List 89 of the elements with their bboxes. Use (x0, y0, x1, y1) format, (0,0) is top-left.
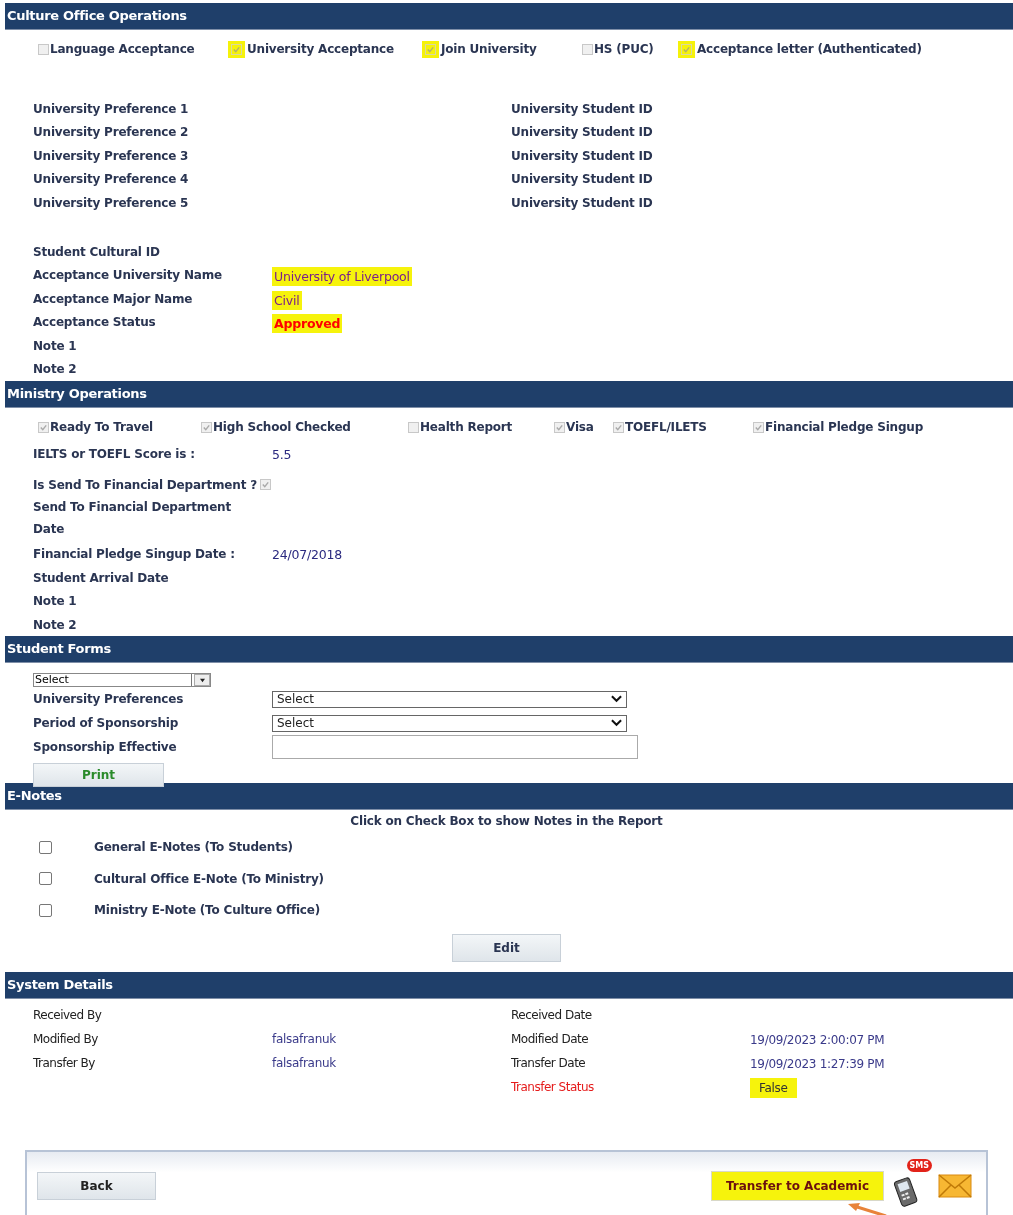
print-button[interactable]: Print (33, 763, 164, 788)
checkbox-label: Join University (441, 42, 537, 56)
field-label: Send To Financial Department Date (33, 499, 232, 539)
field-label: University Preference 1 (33, 101, 190, 118)
chevron-down-icon (611, 719, 622, 728)
field-label: IELTS or TOEFL Score is : (33, 446, 196, 464)
checkbox-label: General E-Notes (To Students) (94, 840, 293, 855)
field-label: University Student ID (511, 101, 654, 118)
field-value: False (750, 1077, 797, 1098)
field-label: Received Date (511, 1006, 593, 1024)
field-label: University Preference 3 (33, 147, 190, 165)
checkbox-label: HS (PUC) (594, 42, 654, 56)
field-label: University Preference 5 (33, 194, 190, 212)
transfer-button[interactable]: Transfer to Academic (711, 1171, 884, 1201)
field-label: Transfer By (33, 1054, 96, 1072)
field-label: University Student ID (511, 147, 654, 165)
field-label: Is Send To Financial Department ? (33, 476, 257, 494)
field-label: Sponsorship Effective (33, 740, 178, 755)
checkbox[interactable] (38, 43, 49, 55)
field-value: falsafranuk (272, 1030, 337, 1048)
input-field[interactable] (272, 735, 638, 760)
back-button[interactable]: Back (37, 1172, 156, 1200)
checkbox[interactable] (201, 421, 212, 433)
field-label: Modified By (33, 1030, 99, 1048)
field-label: Note 1 (33, 337, 78, 355)
field-value: Approved (274, 316, 341, 332)
checkbox[interactable] (554, 421, 565, 433)
checkbox-label: Acceptance letter (Authenticated) (697, 42, 922, 56)
dropdown-arrow-icon (198, 677, 206, 683)
field-label: Acceptance University Name (33, 267, 223, 285)
field-label: Acceptance Major Name (33, 290, 194, 308)
field-value: Civil (274, 292, 300, 308)
checkbox-label: Health Report (420, 420, 513, 435)
field-label: University Student ID (511, 124, 654, 142)
form-dropdown[interactable]: Select (33, 673, 211, 688)
mail-icon[interactable] (938, 1174, 972, 1198)
field-label: Period of Sponsorship (33, 716, 180, 731)
checkbox[interactable] (753, 421, 764, 433)
field-label: University Student ID (511, 194, 654, 212)
checkbox[interactable] (39, 872, 52, 886)
instruction-text: Click on Check Box to show Notes in the Report (349, 814, 664, 831)
field-label: University Preferences (33, 692, 185, 707)
field-label: Student Arrival Date (33, 569, 170, 587)
edit-button[interactable]: Edit (452, 933, 561, 962)
checkbox-label: Visa (566, 420, 594, 435)
field-label: Note 1 (33, 593, 78, 611)
checkbox-label: Language Acceptance (50, 42, 195, 56)
field-label: Note 2 (33, 616, 78, 634)
field-label: Transfer Status (511, 1078, 595, 1096)
checkbox-label: Financial Pledge Singup (765, 420, 924, 435)
select-field[interactable]: Select (272, 714, 627, 732)
field-label: Student Cultural ID (33, 243, 161, 261)
checkbox-label: Cultural Office E-Note (To Ministry) (94, 871, 324, 886)
section-header: Student Forms (5, 636, 1013, 664)
field-value: falsafranuk (272, 1054, 337, 1072)
field-value: 19/09/2023 2:00:07 PM (750, 1032, 885, 1047)
field-label: Note 2 (33, 360, 78, 378)
checkbox[interactable] (38, 421, 49, 433)
sms-badge: SMS (906, 1159, 932, 1172)
checkbox-label: Ministry E-Note (To Culture Office) (94, 903, 320, 918)
field-value: University of Liverpool (274, 269, 410, 285)
field-label: University Preference 2 (33, 124, 190, 142)
field-label: Modified Date (511, 1030, 590, 1048)
field-value: 5.5 (272, 446, 292, 462)
checkbox-label: Ready To Travel (50, 420, 154, 435)
checkbox[interactable] (39, 840, 52, 854)
field-value: 24/07/2018 (272, 546, 343, 562)
section-header: System Details (5, 971, 1013, 999)
section-header: Culture Office Operations (5, 3, 1013, 30)
checkbox[interactable] (259, 479, 271, 491)
section-header: E-Notes (5, 783, 1013, 811)
field-label: University Preference 4 (33, 171, 190, 189)
section-header: Ministry Operations (5, 381, 1013, 409)
checkbox-label: University Acceptance (247, 42, 394, 56)
checkbox[interactable] (582, 43, 593, 55)
checkbox[interactable] (613, 421, 624, 433)
field-label: Transfer Date (511, 1054, 587, 1072)
field-label: University Student ID (511, 171, 654, 189)
checkbox-label: High School Checked (213, 420, 351, 435)
pointer-arrow-icon (848, 1202, 888, 1215)
select-field[interactable]: Select (272, 690, 627, 708)
checkbox-label: TOEFL/ILETS (625, 420, 707, 435)
field-label: Financial Pledge Singup Date : (33, 546, 236, 564)
field-value: 19/09/2023 1:27:39 PM (750, 1056, 885, 1071)
field-label: Acceptance Status (33, 314, 157, 332)
field-label: Received By (33, 1006, 103, 1024)
chevron-down-icon (611, 695, 622, 704)
checkbox[interactable] (408, 421, 419, 433)
checkbox[interactable] (39, 903, 52, 917)
